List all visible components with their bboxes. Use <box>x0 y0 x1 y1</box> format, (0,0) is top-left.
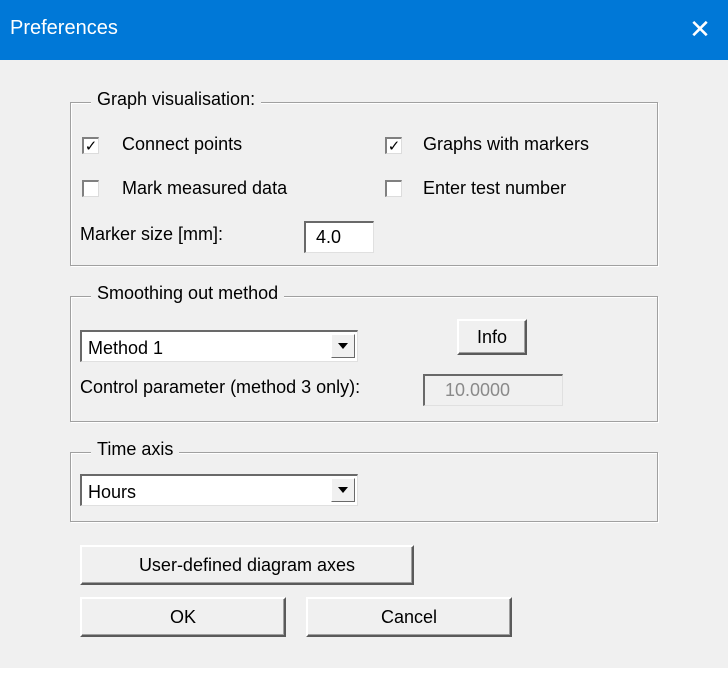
time-axis-dropdown-button[interactable] <box>331 478 355 502</box>
cancel-button[interactable]: Cancel <box>306 597 512 637</box>
time-axis-select[interactable]: Hours <box>80 474 358 506</box>
time-axis-legend: Time axis <box>91 439 180 460</box>
control-parameter-input[interactable]: 10.0000 <box>423 374 563 406</box>
smoothing-method-dropdown-button[interactable] <box>331 334 355 358</box>
preferences-dialog: Preferences ✕ Graph visualisation: ✓ Con… <box>0 0 728 668</box>
mark-measured-data-checkbox[interactable] <box>82 180 99 197</box>
title-bar[interactable]: Preferences ✕ <box>0 0 728 60</box>
enter-test-number-label[interactable]: Enter test number <box>423 178 566 199</box>
check-icon: ✓ <box>387 137 401 155</box>
graphs-with-markers-label[interactable]: Graphs with markers <box>423 134 589 155</box>
user-defined-diagram-axes-button[interactable]: User-defined diagram axes <box>80 545 414 585</box>
graphs-with-markers-checkbox[interactable]: ✓ <box>385 137 402 154</box>
smoothing-method-legend: Smoothing out method <box>91 283 285 304</box>
enter-test-number-checkbox[interactable] <box>385 180 402 197</box>
connect-points-label[interactable]: Connect points <box>122 134 242 155</box>
time-axis-value: Hours <box>88 482 137 502</box>
mark-measured-data-label[interactable]: Mark measured data <box>122 178 287 199</box>
marker-size-input[interactable]: 4.0 <box>304 221 374 253</box>
chevron-down-icon <box>338 487 348 493</box>
marker-size-label: Marker size [mm]: <box>80 224 224 244</box>
graph-visualisation-legend: Graph visualisation: <box>91 89 262 110</box>
marker-size-value: 4.0 <box>316 227 342 247</box>
info-button[interactable]: Info <box>457 319 527 355</box>
smoothing-method-select[interactable]: Method 1 <box>80 330 358 362</box>
control-parameter-label: Control parameter (method 3 only): <box>80 377 361 397</box>
smoothing-method-value: Method 1 <box>88 338 164 358</box>
close-icon[interactable]: ✕ <box>672 0 728 60</box>
chevron-down-icon <box>338 343 348 349</box>
control-parameter-value: 10.0000 <box>445 380 511 400</box>
connect-points-checkbox[interactable]: ✓ <box>82 137 99 154</box>
dialog-title: Preferences <box>10 17 118 39</box>
check-icon: ✓ <box>84 137 98 155</box>
ok-button[interactable]: OK <box>80 597 286 637</box>
